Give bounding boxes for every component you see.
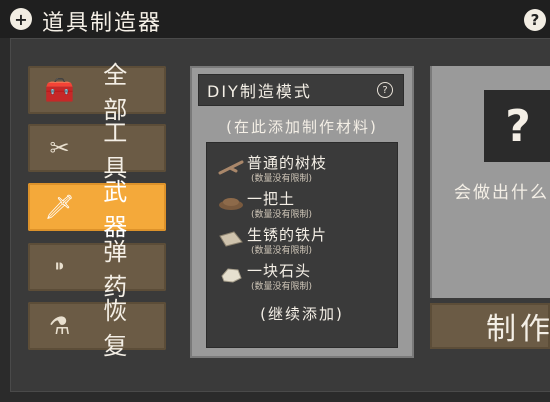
add-more-button[interactable]: (继续添加) bbox=[207, 303, 397, 324]
plus-circle-icon: + bbox=[10, 8, 32, 30]
material-item-iron[interactable]: 生锈的铁片 (数量没有限制) bbox=[207, 221, 397, 261]
material-list: 普通的树枝 (数量没有限制) 一把土 (数量没有限制) 生锈的铁片 (数量没有限… bbox=[206, 142, 398, 348]
bullet-icon: ⁍ bbox=[53, 253, 66, 281]
material-name: 生锈的铁片 bbox=[247, 226, 328, 244]
diy-header: DIY制造模式 ? bbox=[198, 74, 404, 106]
material-name: 一块石头 bbox=[247, 262, 312, 280]
scissors-icon: ✂ bbox=[49, 134, 70, 162]
category-recovery[interactable]: ⚗ 恢复 bbox=[28, 297, 166, 360]
category-weapons[interactable]: 🗡 武器 bbox=[28, 178, 166, 241]
material-note: (数量没有限制) bbox=[251, 246, 313, 256]
material-name: 普通的树枝 bbox=[247, 154, 328, 172]
knife-icon: 🗡 bbox=[44, 193, 75, 221]
unknown-result-icon: ? bbox=[484, 90, 550, 162]
page-title: 道具制造器 bbox=[42, 11, 163, 36]
diy-subtitle: (在此添加制作材料) bbox=[226, 118, 378, 136]
result-text: 会做出什么 bbox=[454, 183, 549, 203]
material-item-stick[interactable]: 普通的树枝 (数量没有限制) bbox=[207, 149, 397, 189]
material-item-stone[interactable]: 一块石头 (数量没有限制) bbox=[207, 257, 397, 297]
dirt-icon bbox=[217, 193, 245, 213]
material-name: 一把土 bbox=[247, 190, 296, 208]
stone-icon bbox=[217, 265, 245, 285]
material-note: (数量没有限制) bbox=[251, 210, 313, 220]
diy-panel: DIY制造模式 ? (在此添加制作材料) 普通的树枝 (数量没有限制) 一把土 … bbox=[190, 66, 414, 358]
material-note: (数量没有限制) bbox=[251, 174, 313, 184]
category-ammo[interactable]: ⁍ 弹药 bbox=[28, 238, 166, 301]
result-panel: ? 会做出什么 bbox=[430, 66, 550, 298]
category-label: 恢复 bbox=[103, 297, 136, 360]
category-tools[interactable]: ✂ 工具 bbox=[28, 119, 166, 182]
title-bar: + 道具制造器 ? bbox=[0, 0, 550, 38]
diy-title: DIY制造模式 bbox=[207, 82, 312, 101]
stick-icon bbox=[217, 157, 245, 177]
make-button[interactable]: 制作 bbox=[430, 303, 550, 349]
iron-plate-icon bbox=[217, 229, 245, 249]
toolbox-icon: 🧰 bbox=[44, 76, 75, 104]
material-note: (数量没有限制) bbox=[251, 282, 313, 292]
material-item-dirt[interactable]: 一把土 (数量没有限制) bbox=[207, 185, 397, 225]
make-button-label: 制作 bbox=[486, 312, 550, 347]
bottle-icon: ⚗ bbox=[48, 312, 71, 340]
help-button[interactable]: ? bbox=[524, 9, 546, 31]
diy-help-icon[interactable]: ? bbox=[377, 82, 393, 98]
category-all[interactable]: 🧰 全部 bbox=[28, 61, 166, 124]
